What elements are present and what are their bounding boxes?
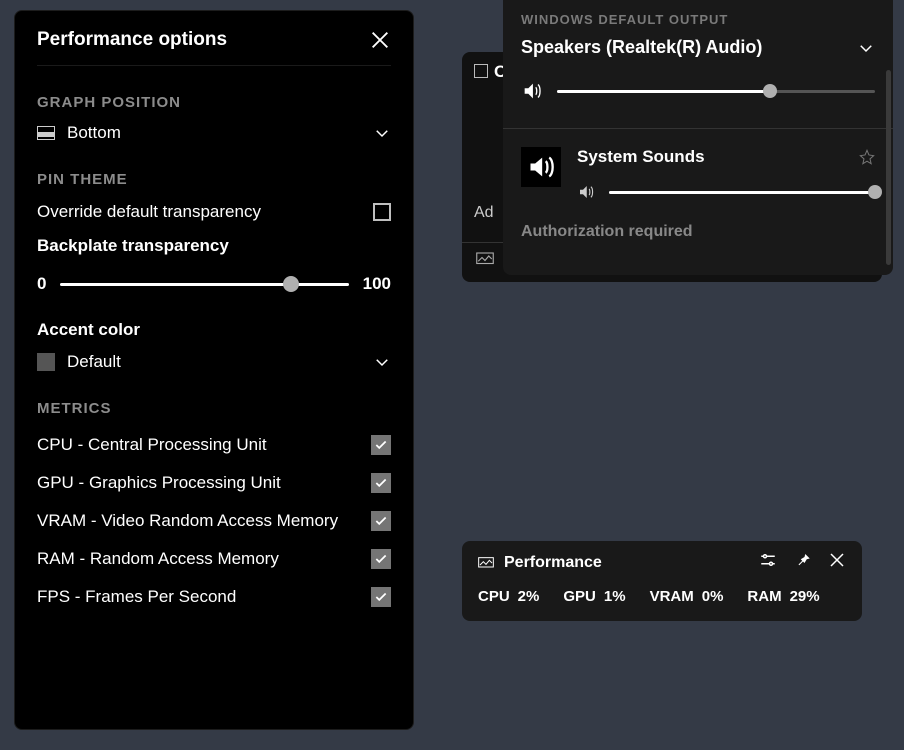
performance-widget: Performance CPU 2% GPU 1% VRAM 0% RAM 29%: [462, 541, 862, 621]
override-transparency-label: Override default transparency: [37, 202, 261, 222]
stat-value: 0%: [702, 588, 724, 605]
backplate-transparency-slider[interactable]: [60, 283, 348, 286]
bg-panel-icon: [474, 64, 488, 78]
metric-row: GPU - Graphics Processing Unit: [37, 473, 391, 493]
chevron-down-icon: [373, 353, 391, 371]
performance-options-panel: Performance options GRAPH POSITION Botto…: [14, 10, 414, 730]
audio-flyout-panel: WINDOWS DEFAULT OUTPUT Speakers (Realtek…: [503, 0, 893, 275]
bg-bottom-icon: [476, 252, 494, 266]
accent-color-dropdown[interactable]: Default: [37, 352, 391, 372]
system-sounds-slider[interactable]: [609, 191, 875, 194]
metric-row: VRAM - Video Random Access Memory: [37, 511, 391, 531]
slider-max: 100: [363, 274, 391, 294]
accent-color-value: Default: [67, 352, 373, 372]
performance-widget-title: Performance: [504, 554, 737, 572]
graph-position-dropdown[interactable]: Bottom: [37, 123, 391, 143]
stat-value: 1%: [604, 588, 626, 605]
pin-theme-label: PIN THEME: [37, 171, 391, 188]
volume-icon: [577, 183, 595, 201]
auth-required-label: Authorization required: [521, 223, 693, 241]
pin-icon[interactable]: [794, 551, 812, 569]
perf-stat: GPU 1%: [563, 588, 625, 605]
close-icon[interactable]: [828, 551, 846, 569]
stat-value: 29%: [790, 588, 820, 605]
stat-name: GPU: [563, 588, 596, 605]
chevron-down-icon: [373, 124, 391, 142]
metric-checkbox[interactable]: [371, 587, 391, 607]
bottom-position-icon: [37, 126, 55, 140]
master-volume-slider[interactable]: [557, 90, 875, 93]
slider-min: 0: [37, 274, 46, 294]
stat-name: RAM: [747, 588, 781, 605]
metric-label: CPU - Central Processing Unit: [37, 435, 267, 455]
audio-device-name: Speakers (Realtek(R) Audio): [521, 37, 762, 58]
metric-checkbox[interactable]: [371, 473, 391, 493]
stat-name: CPU: [478, 588, 510, 605]
perf-stat: RAM 29%: [747, 588, 819, 605]
stat-name: VRAM: [650, 588, 694, 605]
metric-label: VRAM - Video Random Access Memory: [37, 511, 338, 531]
volume-icon: [521, 80, 543, 102]
stat-value: 2%: [518, 588, 540, 605]
metric-label: RAM - Random Access Memory: [37, 549, 279, 569]
system-sounds-icon: [521, 147, 561, 187]
metric-row: FPS - Frames Per Second: [37, 587, 391, 607]
chevron-down-icon: [857, 39, 875, 57]
metric-checkbox[interactable]: [371, 511, 391, 531]
audio-section-label: WINDOWS DEFAULT OUTPUT: [521, 12, 875, 27]
system-sounds-label: System Sounds: [577, 147, 705, 167]
graph-position-value: Bottom: [67, 123, 373, 143]
backplate-transparency-label: Backplate transparency: [37, 236, 391, 256]
override-transparency-checkbox[interactable]: [373, 203, 391, 221]
metric-checkbox[interactable]: [371, 435, 391, 455]
performance-graph-icon: [478, 556, 494, 570]
panel-title: Performance options: [37, 29, 227, 51]
metric-label: FPS - Frames Per Second: [37, 587, 236, 607]
perf-stat: VRAM 0%: [650, 588, 724, 605]
audio-device-dropdown[interactable]: Speakers (Realtek(R) Audio): [521, 37, 875, 58]
graph-position-label: GRAPH POSITION: [37, 94, 391, 111]
bg-panel-text: Ad: [474, 204, 494, 222]
star-outline-icon[interactable]: [859, 149, 875, 165]
perf-stat: CPU 2%: [478, 588, 539, 605]
metric-row: RAM - Random Access Memory: [37, 549, 391, 569]
volume-thumb[interactable]: [868, 185, 882, 199]
accent-color-label: Accent color: [37, 320, 391, 340]
slider-thumb[interactable]: [283, 276, 299, 292]
settings-sliders-icon[interactable]: [759, 551, 777, 569]
close-icon[interactable]: [369, 29, 391, 51]
metrics-label: METRICS: [37, 400, 391, 417]
divider: [503, 128, 893, 129]
metric-checkbox[interactable]: [371, 549, 391, 569]
metric-label: GPU - Graphics Processing Unit: [37, 473, 281, 493]
accent-swatch-icon: [37, 353, 55, 371]
volume-thumb[interactable]: [763, 84, 777, 98]
scrollbar[interactable]: [886, 70, 891, 265]
metric-row: CPU - Central Processing Unit: [37, 435, 391, 455]
